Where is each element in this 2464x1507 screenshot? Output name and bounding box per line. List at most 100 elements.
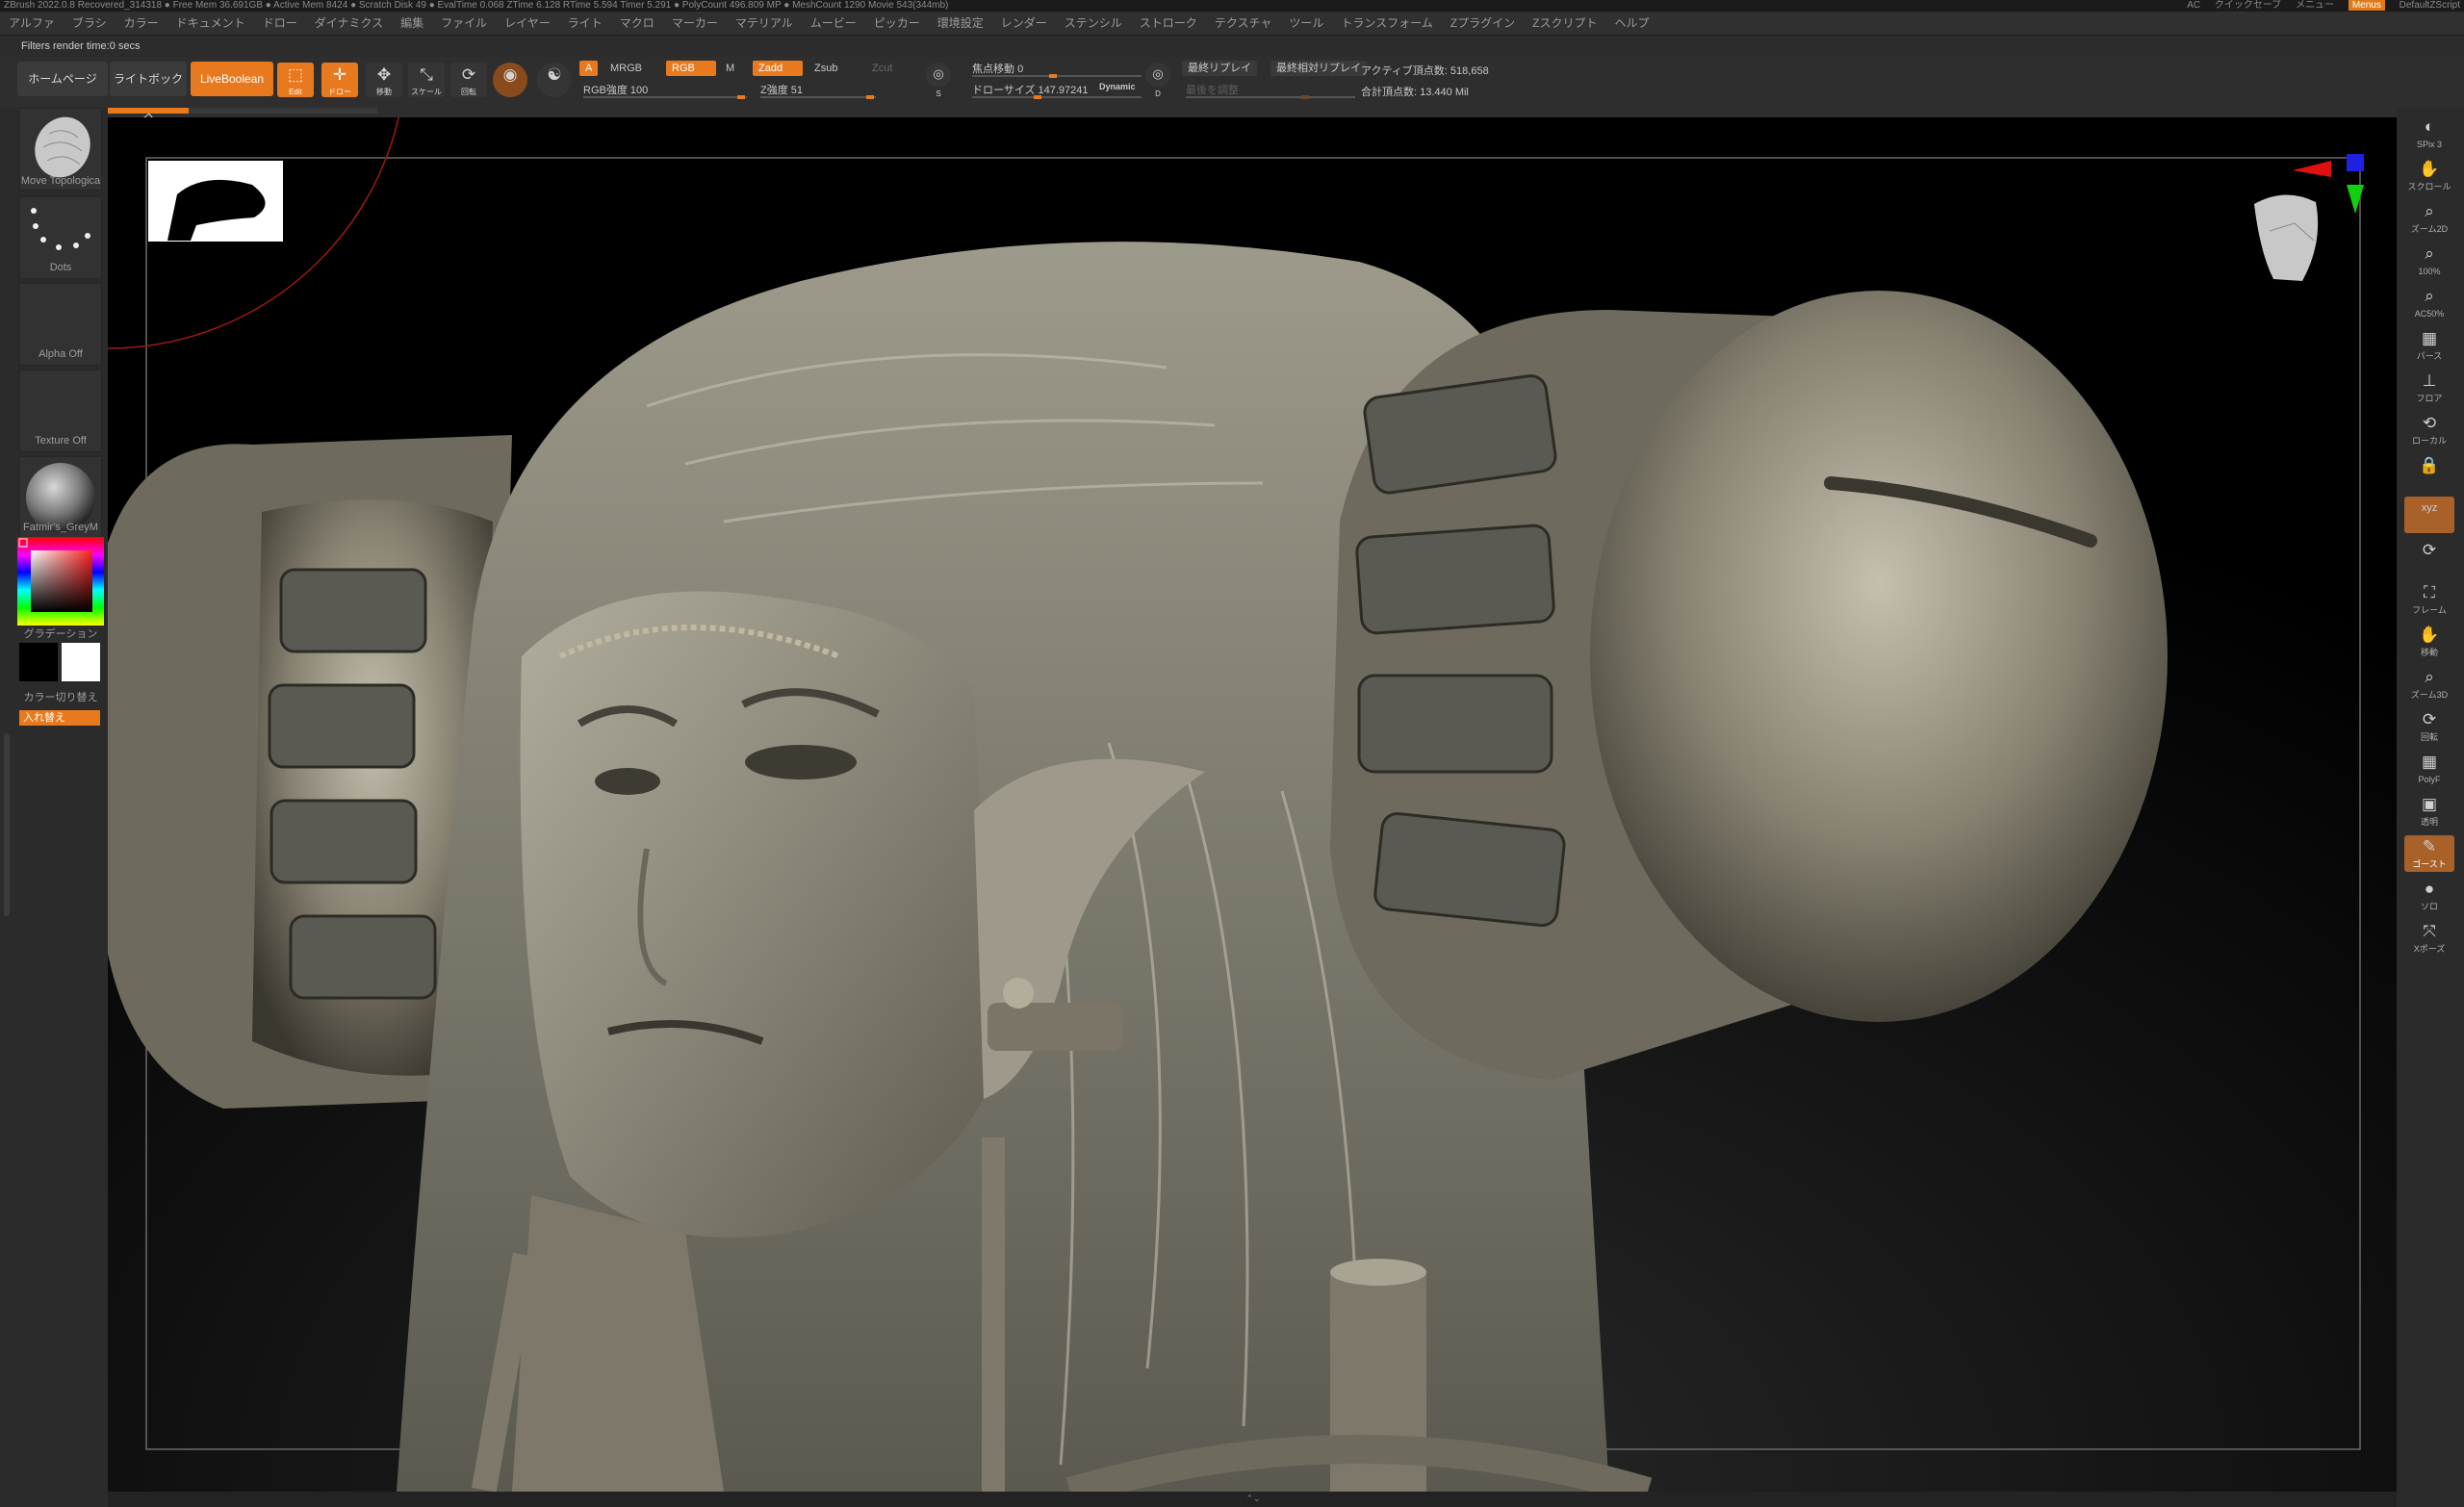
menu-item[interactable]: ブラシ — [64, 12, 116, 35]
replay-last-button[interactable]: 最終リプレイ — [1182, 61, 1257, 76]
ghost-icon: ✎ — [2422, 837, 2437, 856]
menu-item[interactable]: マーカー — [663, 12, 727, 35]
menu-item[interactable]: ストローク — [1131, 12, 1206, 35]
menu-item[interactable]: ライト — [559, 12, 611, 35]
polyf-icon: ▦ — [2421, 753, 2438, 771]
adjust-last-slider[interactable] — [1186, 95, 1355, 99]
move-button[interactable]: ✋ 移動 — [2404, 624, 2454, 660]
switch-color-button[interactable]: カラー切り替え — [17, 689, 104, 704]
persp-button[interactable]: ▦ パース — [2404, 327, 2454, 364]
menu-item[interactable]: Zプラグイン — [1442, 12, 1524, 35]
frame-button[interactable]: ⛶ フレーム — [2404, 581, 2454, 618]
canvas-viewport[interactable] — [108, 117, 2397, 1492]
menu-item[interactable]: 編集 — [392, 12, 432, 35]
left-tray-grip[interactable] — [4, 733, 10, 916]
localsym-button[interactable]: ⟲ ローカル — [2404, 412, 2454, 448]
menu-item[interactable]: ドロー — [254, 12, 306, 35]
actual-button[interactable]: ⌕ 100% — [2404, 243, 2454, 279]
lightbox-button[interactable]: ライトボックス — [110, 62, 187, 120]
m-toggle[interactable]: M — [720, 61, 740, 76]
color-sphere-button[interactable]: ☯ — [537, 63, 572, 97]
rgb-toggle[interactable]: RGB — [666, 61, 716, 76]
zsub-toggle[interactable]: Zsub — [808, 61, 843, 76]
right-tray-label: 回転 — [2420, 732, 2438, 742]
solo-button[interactable]: ● ソロ — [2404, 878, 2454, 914]
persp-icon: ▦ — [2421, 329, 2438, 347]
scroll-button[interactable]: ✋ スクロール — [2404, 158, 2454, 194]
xyz-button[interactable]: xyz — [2404, 497, 2454, 533]
main-color-swatch[interactable] — [19, 643, 58, 681]
mrgb-toggle[interactable]: MRGB — [604, 61, 648, 76]
ac-button[interactable]: AC — [2187, 0, 2200, 11]
polyf-button[interactable]: ▦ PolyF — [2404, 751, 2454, 787]
menu-item[interactable]: レイヤー — [496, 12, 559, 35]
floor-button[interactable]: ⊥ フロア — [2404, 370, 2454, 406]
right-tray-label: パース — [2416, 351, 2443, 361]
scale-button[interactable]: ⤡ スケール — [408, 63, 445, 97]
menu-item[interactable]: ドキュメント — [167, 12, 254, 35]
rgb-intensity-slider[interactable] — [583, 95, 747, 99]
ghost-button[interactable]: ✎ ゴースト — [2404, 835, 2454, 872]
material-name: Fatmir's_GreyM — [23, 522, 98, 533]
menu-item[interactable]: テクスチャ — [1206, 12, 1281, 35]
menu-item[interactable]: ファイル — [432, 12, 496, 35]
draw-size-slider[interactable] — [972, 95, 1142, 99]
draw-button[interactable]: ✛ ドロー — [321, 63, 358, 97]
zadd-toggle[interactable]: Zadd — [753, 61, 803, 76]
right-tray-label: AC50% — [2414, 309, 2445, 319]
zcut-toggle[interactable]: Zcut — [866, 61, 898, 76]
replay-last-rel-button[interactable]: 最終相対リプレイ — [1270, 61, 1367, 76]
menu-item[interactable]: マテリアル — [727, 12, 802, 35]
material-sphere-button[interactable]: ◉ — [493, 63, 527, 97]
aahalf-button[interactable]: ⌕ AC50% — [2404, 285, 2454, 321]
z-intensity-slider[interactable] — [760, 95, 876, 99]
focal-slider[interactable] — [972, 74, 1142, 78]
transp-button[interactable]: ▣ 透明 — [2404, 793, 2454, 830]
menu-item[interactable]: レンダー — [992, 12, 1056, 35]
menu-item[interactable]: マクロ — [611, 12, 663, 35]
move-icon: ✋ — [2419, 626, 2440, 644]
rotate-button[interactable]: ⟳ 回転 — [2404, 708, 2454, 745]
s-button[interactable]: ◎ S — [926, 63, 951, 98]
quicksave-button[interactable]: クイックセーブ — [2215, 0, 2281, 11]
sculpt-render[interactable] — [108, 117, 2397, 1492]
swap-button[interactable]: 入れ替え — [19, 710, 100, 726]
edit-button[interactable]: ⬚ Edit — [277, 63, 314, 97]
rotate-button[interactable]: ⟳ 回転 — [450, 63, 487, 97]
lock-button[interactable]: 🔒 — [2404, 454, 2454, 491]
rotate-icon: ⟳ — [461, 65, 476, 84]
bottom-grip-icon[interactable]: ⌃⌄ — [1224, 1494, 1282, 1503]
sym-button[interactable]: ⟳ — [2404, 539, 2454, 575]
dynamic-toggle[interactable]: Dynamic — [1099, 82, 1136, 91]
color-picker[interactable] — [17, 537, 104, 626]
frame-icon: ⛶ — [2424, 583, 2435, 601]
move-button[interactable]: ✥ 移動 — [366, 63, 402, 97]
menu-item[interactable]: 環境設定 — [929, 12, 992, 35]
bpr-icon: ◐ — [2424, 117, 2435, 136]
menu-item[interactable]: ピッカー — [865, 12, 929, 35]
home-button[interactable]: ホームページ — [17, 62, 108, 96]
zoom3d-button[interactable]: ⌕ ズーム3D — [2404, 666, 2454, 702]
xpose-button[interactable]: ⤧ Xポーズ — [2404, 920, 2454, 957]
zoom-button[interactable]: ⌕ ズーム2D — [2404, 200, 2454, 237]
bpr-button[interactable]: ◐ SPix 3 — [2404, 115, 2454, 152]
default-zscript-button[interactable]: DefaultZScript — [2400, 0, 2460, 11]
d-button[interactable]: ◎ D — [1145, 63, 1170, 98]
menu-item[interactable]: カラー — [116, 12, 167, 35]
menu-item[interactable]: ヘルプ — [1605, 12, 1657, 35]
right-tray-label: フロア — [2416, 394, 2443, 403]
xpose-icon: ⤧ — [2423, 922, 2436, 940]
liveboolean-button[interactable]: LiveBoolean — [191, 62, 273, 96]
menus-button[interactable]: Menus — [2348, 0, 2385, 11]
secondary-color-swatch[interactable] — [62, 643, 100, 681]
menu-label[interactable]: メニュー — [2296, 0, 2334, 11]
menu-item[interactable]: ツール — [1280, 12, 1332, 35]
menu-item[interactable]: ダイナミクス — [306, 12, 392, 35]
menu-item[interactable]: アルファ — [0, 12, 64, 35]
a-toggle[interactable]: A — [579, 61, 599, 76]
menu-item[interactable]: Zスクリプト — [1524, 12, 1605, 35]
right-tray-label: フレーム — [2412, 605, 2447, 615]
menu-item[interactable]: トランスフォーム — [1332, 12, 1441, 35]
menu-item[interactable]: ムービー — [802, 12, 865, 35]
menu-item[interactable]: ステンシル — [1056, 12, 1131, 35]
